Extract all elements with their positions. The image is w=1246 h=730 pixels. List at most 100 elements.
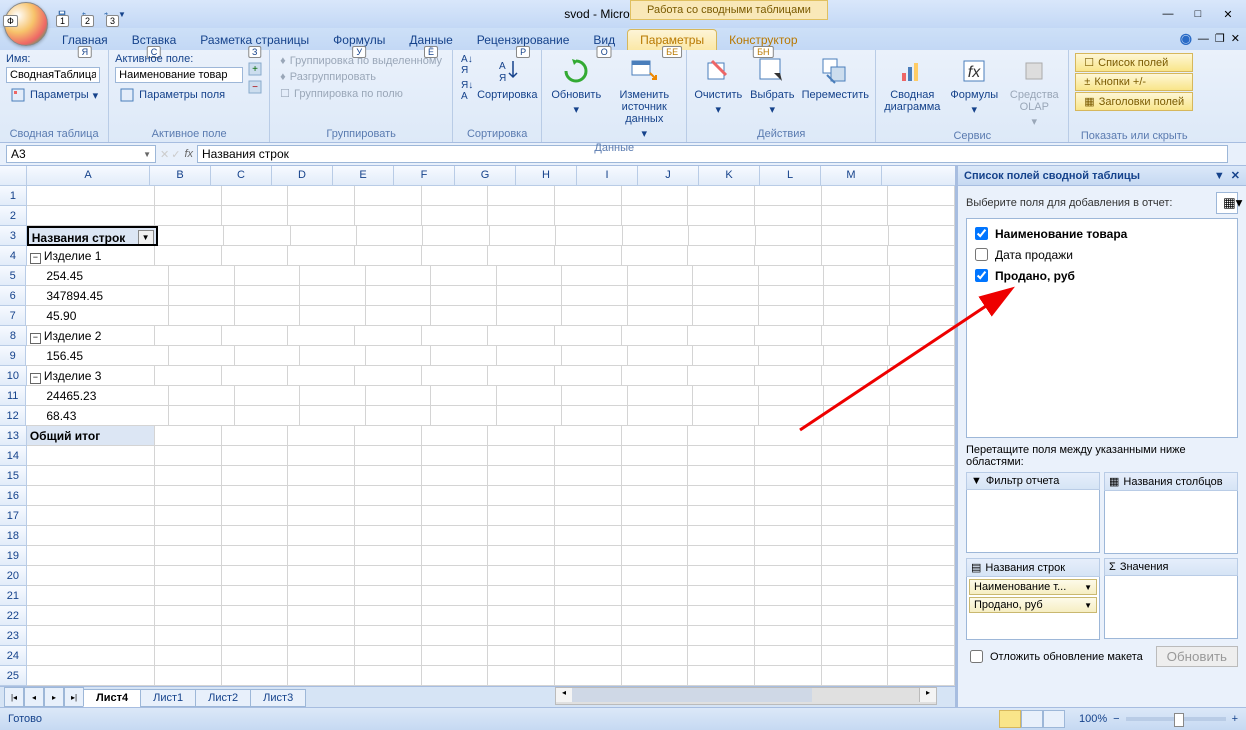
cell[interactable] <box>890 386 955 406</box>
cell[interactable] <box>555 326 622 346</box>
zone-column-labels[interactable]: ▦Названия столбцов <box>1104 472 1238 554</box>
cell[interactable] <box>555 526 622 546</box>
cell[interactable] <box>488 486 555 506</box>
pane-layout-button[interactable]: ▦▾ <box>1216 192 1238 214</box>
cell[interactable] <box>422 246 489 266</box>
column-header[interactable]: B <box>150 166 211 185</box>
cell[interactable] <box>622 446 689 466</box>
cell[interactable] <box>822 486 889 506</box>
toggle-headers[interactable]: ▦ Заголовки полей <box>1075 92 1193 111</box>
cell[interactable] <box>688 646 755 666</box>
cell[interactable] <box>355 666 422 686</box>
zone-field-item[interactable]: Продано, руб▼ <box>969 597 1097 613</box>
cell[interactable] <box>155 366 222 386</box>
cell[interactable] <box>756 226 822 246</box>
cell[interactable] <box>488 466 555 486</box>
cell[interactable] <box>488 426 555 446</box>
row-header[interactable]: 16 <box>0 486 27 506</box>
cell[interactable] <box>693 286 758 306</box>
cell[interactable] <box>888 486 955 506</box>
cell[interactable] <box>622 546 689 566</box>
cell[interactable] <box>488 626 555 646</box>
minimize-button[interactable]: — <box>1154 5 1182 23</box>
cell[interactable] <box>755 426 822 446</box>
cell[interactable] <box>155 446 222 466</box>
cell[interactable] <box>622 366 689 386</box>
cell[interactable] <box>888 626 955 646</box>
cell[interactable] <box>888 246 955 266</box>
cell[interactable] <box>423 226 489 246</box>
group-field-button[interactable]: ☐ Группировка по полю <box>276 85 446 102</box>
cell[interactable] <box>222 426 289 446</box>
cell[interactable] <box>755 606 822 626</box>
column-header[interactable]: H <box>516 166 577 185</box>
row-header[interactable]: 12 <box>0 406 26 426</box>
close-button[interactable]: ✕ <box>1214 5 1242 23</box>
cell[interactable] <box>355 566 422 586</box>
field-list-item[interactable]: Продано, руб <box>971 265 1233 286</box>
cell[interactable] <box>822 226 888 246</box>
cell[interactable] <box>488 326 555 346</box>
cell[interactable] <box>888 666 955 686</box>
cell[interactable] <box>888 526 955 546</box>
row-header[interactable]: 21 <box>0 586 27 606</box>
sheet-tab[interactable]: Лист4 <box>83 689 141 707</box>
cell[interactable] <box>555 466 622 486</box>
cell[interactable] <box>422 546 489 566</box>
cell[interactable] <box>824 266 889 286</box>
cell[interactable] <box>355 446 422 466</box>
cell[interactable] <box>488 586 555 606</box>
cell[interactable] <box>890 406 955 426</box>
row-header[interactable]: 23 <box>0 626 27 646</box>
ribbon-tab[interactable]: ГлавнаяЯ <box>50 30 120 50</box>
cell[interactable] <box>366 306 431 326</box>
cell[interactable] <box>222 566 289 586</box>
row-header[interactable]: 11 <box>0 386 26 406</box>
cell[interactable] <box>155 506 222 526</box>
cell[interactable] <box>222 646 289 666</box>
cell[interactable] <box>488 666 555 686</box>
ribbon-tab[interactable]: КонструкторБН <box>717 30 809 50</box>
sheet-tab[interactable]: Лист3 <box>250 689 306 707</box>
cell[interactable] <box>888 586 955 606</box>
cell[interactable] <box>355 606 422 626</box>
tab-nav-first[interactable]: |◂ <box>4 687 24 707</box>
cell[interactable] <box>824 386 889 406</box>
cell[interactable] <box>688 486 755 506</box>
pivot-params-button[interactable]: Параметры ▾ <box>6 85 102 105</box>
cell[interactable] <box>888 566 955 586</box>
cell[interactable] <box>890 306 955 326</box>
cell[interactable]: −Изделие 2 <box>27 326 155 346</box>
row-header[interactable]: 6 <box>0 286 26 306</box>
cell[interactable] <box>822 646 889 666</box>
cell[interactable] <box>27 506 155 526</box>
cell[interactable] <box>158 226 224 246</box>
cell[interactable] <box>890 346 955 366</box>
cell[interactable] <box>822 586 889 606</box>
tab-nav-next[interactable]: ▸ <box>44 687 64 707</box>
cell[interactable] <box>27 586 155 606</box>
cell[interactable] <box>355 546 422 566</box>
cell[interactable] <box>222 506 289 526</box>
cell[interactable] <box>222 186 289 206</box>
ribbon-tab[interactable]: Разметка страницыЗ <box>188 30 321 50</box>
cell[interactable] <box>155 646 222 666</box>
cell[interactable] <box>622 586 689 606</box>
cell[interactable] <box>555 506 622 526</box>
cell[interactable] <box>688 246 755 266</box>
cell[interactable] <box>488 206 555 226</box>
cell[interactable] <box>357 226 423 246</box>
field-list-item[interactable]: Наименование товара <box>971 223 1233 244</box>
cell[interactable] <box>422 366 489 386</box>
cell[interactable] <box>562 406 627 426</box>
pane-dropdown-icon[interactable]: ▼ <box>1214 170 1225 182</box>
ribbon-tab[interactable]: ПараметрыБЕ <box>627 29 717 50</box>
cell[interactable] <box>155 586 222 606</box>
cell[interactable] <box>822 566 889 586</box>
cell[interactable] <box>755 506 822 526</box>
cell[interactable] <box>824 346 889 366</box>
column-header[interactable]: M <box>821 166 882 185</box>
cell[interactable] <box>497 306 562 326</box>
cell[interactable] <box>822 466 889 486</box>
cell[interactable] <box>422 626 489 646</box>
